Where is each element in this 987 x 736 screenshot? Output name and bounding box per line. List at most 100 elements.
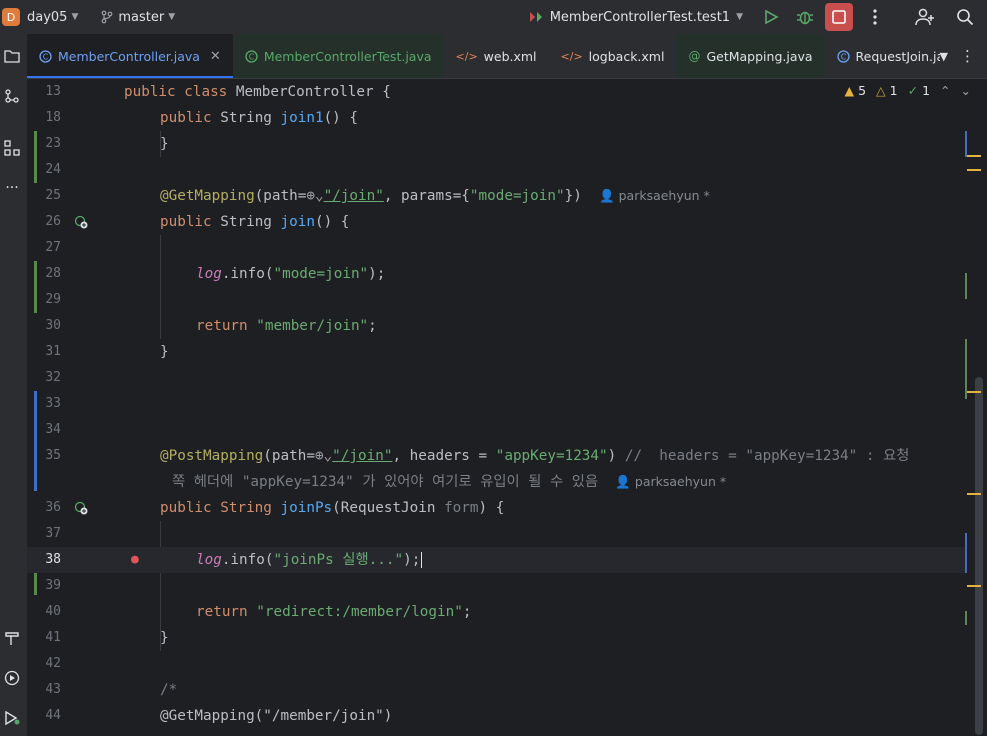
change-marker[interactable] xyxy=(965,339,967,399)
line-number[interactable]: 31 xyxy=(27,339,61,365)
code-line: 33 xyxy=(27,391,967,417)
change-marker[interactable] xyxy=(965,533,967,573)
commit-tool-button[interactable] xyxy=(2,86,22,106)
line-number[interactable]: 29 xyxy=(27,287,61,313)
tab-member-controller[interactable]: C MemberController.java ✕ xyxy=(27,34,233,78)
tab-web-xml[interactable]: </> web.xml xyxy=(444,34,549,78)
line-number[interactable]: 13 xyxy=(27,79,61,105)
tab-get-mapping[interactable]: @ GetMapping.java xyxy=(676,34,825,78)
code-line: 23 } xyxy=(27,131,967,157)
stop-button[interactable] xyxy=(825,3,853,31)
author-inlay[interactable]: 👤 parksaehyun * xyxy=(599,188,710,203)
more-vertical-icon xyxy=(873,9,877,25)
line-number[interactable]: 36 xyxy=(27,495,61,521)
warning-marker[interactable] xyxy=(967,169,981,171)
line-number[interactable]: 43 xyxy=(27,677,61,703)
code-line-wrap: 쪽 헤더에 "appKey=1234" 가 있어야 여기로 유입이 될 수 있음… xyxy=(27,469,967,495)
project-selector[interactable]: day05 ▼ xyxy=(27,10,78,25)
change-marker[interactable] xyxy=(965,131,967,157)
editor-scrollbar[interactable] xyxy=(975,377,983,735)
code-text: public String join() { xyxy=(160,214,350,230)
code-line: 43 /* xyxy=(27,677,967,703)
warning-marker[interactable] xyxy=(967,493,981,495)
stop-icon xyxy=(832,10,846,24)
globe-icon[interactable]: ⊕⌄ xyxy=(306,188,323,204)
line-number[interactable]: 32 xyxy=(27,365,61,391)
search-button[interactable] xyxy=(951,3,979,31)
code-line: 31 } xyxy=(27,339,967,365)
tab-request-join[interactable]: C RequestJoin.ja xyxy=(825,34,957,78)
line-number[interactable]: 27 xyxy=(27,235,61,261)
tab-member-controller-test[interactable]: C MemberControllerTest.java xyxy=(232,34,444,78)
run-config-selector[interactable]: MemberControllerTest.test1 ▼ xyxy=(528,10,743,25)
code-line: 32 xyxy=(27,365,967,391)
structure-tool-button[interactable] xyxy=(2,138,22,158)
project-badge[interactable]: D xyxy=(2,8,20,26)
run-config-name: MemberControllerTest.test1 xyxy=(549,9,731,25)
error-bulb-icon[interactable]: ● xyxy=(131,547,139,573)
line-number[interactable]: 25 xyxy=(27,183,61,209)
user-icon: 👤 xyxy=(599,188,615,203)
line-number[interactable]: 34 xyxy=(27,417,61,443)
build-tool-button[interactable] xyxy=(2,628,22,648)
line-number[interactable]: 24 xyxy=(27,157,61,183)
author-inlay[interactable]: 👤 parksaehyun * xyxy=(615,474,726,489)
user-icon: 👤 xyxy=(615,474,631,489)
run-button[interactable] xyxy=(757,3,785,31)
endpoint-gutter-icon[interactable] xyxy=(74,501,88,515)
change-marker[interactable] xyxy=(965,611,967,625)
line-number[interactable]: 44 xyxy=(27,703,61,729)
class-icon: C xyxy=(39,49,52,63)
code-text: 쪽 헤더에 "appKey=1234" 가 있어야 여기로 유입이 될 수 있음… xyxy=(172,474,727,490)
code-line: 37 xyxy=(27,521,967,547)
line-number[interactable]: 18 xyxy=(27,105,61,131)
class-name: MemberController { xyxy=(235,84,391,100)
branch-selector[interactable]: master ▼ xyxy=(100,10,175,25)
tab-more-icon[interactable]: ⋮ xyxy=(960,47,975,65)
line-number[interactable]: 40 xyxy=(27,599,61,625)
globe-icon[interactable]: ⊕⌄ xyxy=(315,448,332,464)
line-number[interactable]: 30 xyxy=(27,313,61,339)
line-number[interactable]: 26 xyxy=(27,209,61,235)
line-number[interactable]: 28 xyxy=(27,261,61,287)
code-line: 30 return "member/join"; xyxy=(27,313,967,339)
warning-marker[interactable] xyxy=(967,155,981,157)
services-tool-button[interactable] xyxy=(2,668,22,688)
code-line: 34 xyxy=(27,417,967,443)
more-actions-button[interactable] xyxy=(861,3,889,31)
tool-window-bar: ··· xyxy=(0,34,28,736)
add-user-button[interactable] xyxy=(911,3,939,31)
tab-logback-xml[interactable]: </> logback.xml xyxy=(549,34,677,78)
line-number[interactable]: 37 xyxy=(27,521,61,547)
code-line: 27 xyxy=(27,235,967,261)
close-icon[interactable]: ✕ xyxy=(210,49,221,64)
line-number[interactable]: 35 xyxy=(27,443,61,469)
warning-marker[interactable] xyxy=(967,585,981,587)
tab-label: MemberControllerTest.java xyxy=(263,48,432,64)
run-tool-button[interactable] xyxy=(2,708,22,728)
code-text: public String join1() { xyxy=(160,110,359,126)
code-editor[interactable]: ▲ 5 △ 1 ✓ 1 ⌃ ⌄ 13 public class MemberCo… xyxy=(27,79,987,736)
code-text: public String joinPs(RequestJoin form) { xyxy=(160,500,505,516)
code-text: log.info("joinPs 실행..."); xyxy=(196,552,423,568)
warning-marker[interactable] xyxy=(967,391,981,393)
text-cursor xyxy=(421,552,423,568)
line-number[interactable]: 42 xyxy=(27,651,61,677)
xml-icon: </> xyxy=(560,49,583,63)
add-user-icon xyxy=(915,8,934,26)
endpoint-gutter-icon[interactable] xyxy=(74,215,88,229)
tab-list-chevron-icon[interactable]: ▼ xyxy=(940,50,948,63)
line-number[interactable]: 23 xyxy=(27,131,61,157)
line-number[interactable]: 41 xyxy=(27,625,61,651)
line-number[interactable]: 39 xyxy=(27,573,61,599)
debug-button[interactable] xyxy=(791,3,819,31)
line-number[interactable]: 38 xyxy=(27,547,61,573)
annotation-icon: @ xyxy=(688,49,701,63)
code-line: 13 public class MemberController { xyxy=(27,79,967,105)
tab-label: logback.xml xyxy=(588,48,665,64)
change-marker[interactable] xyxy=(965,273,967,299)
line-number[interactable]: 33 xyxy=(27,391,61,417)
more-tools-button[interactable]: ··· xyxy=(2,178,22,198)
project-tool-button[interactable] xyxy=(2,46,22,66)
class-icon: C xyxy=(836,49,850,63)
